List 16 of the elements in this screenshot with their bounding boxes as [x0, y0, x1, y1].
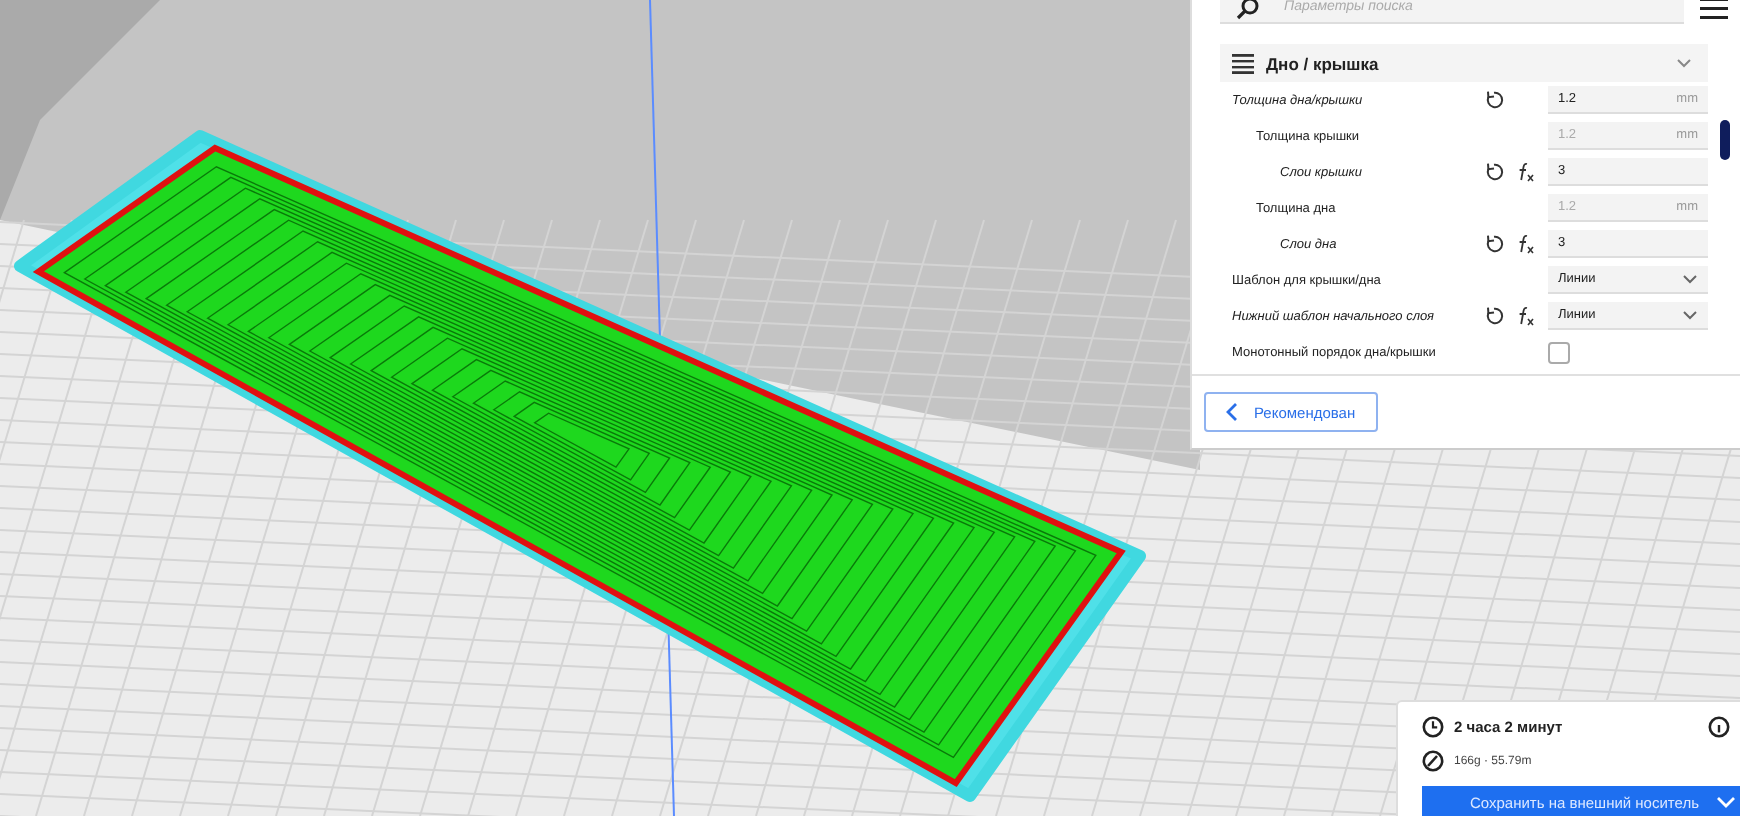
- chevron-icon: [1682, 310, 1698, 320]
- chevron-icon: [1676, 58, 1692, 68]
- clock-icon: [1422, 716, 1444, 738]
- info-icon[interactable]: [1708, 716, 1730, 738]
- reset-icon[interactable]: [1484, 306, 1504, 326]
- chevron-icon: [1682, 274, 1698, 284]
- chevron-down-icon: [1716, 796, 1736, 808]
- section-title: Дно / крышка: [1266, 53, 1381, 73]
- formula-icon[interactable]: [1516, 306, 1536, 326]
- section-header[interactable]: Дно / крышка: [1220, 44, 1708, 82]
- layers-icon: [1232, 53, 1254, 73]
- search-icon: [1236, 0, 1260, 19]
- reset-icon[interactable]: [1484, 90, 1504, 110]
- chevron-left-icon: [1226, 402, 1238, 422]
- checkbox[interactable]: [1548, 341, 1570, 363]
- scrollbar-thumb[interactable]: [1719, 120, 1729, 160]
